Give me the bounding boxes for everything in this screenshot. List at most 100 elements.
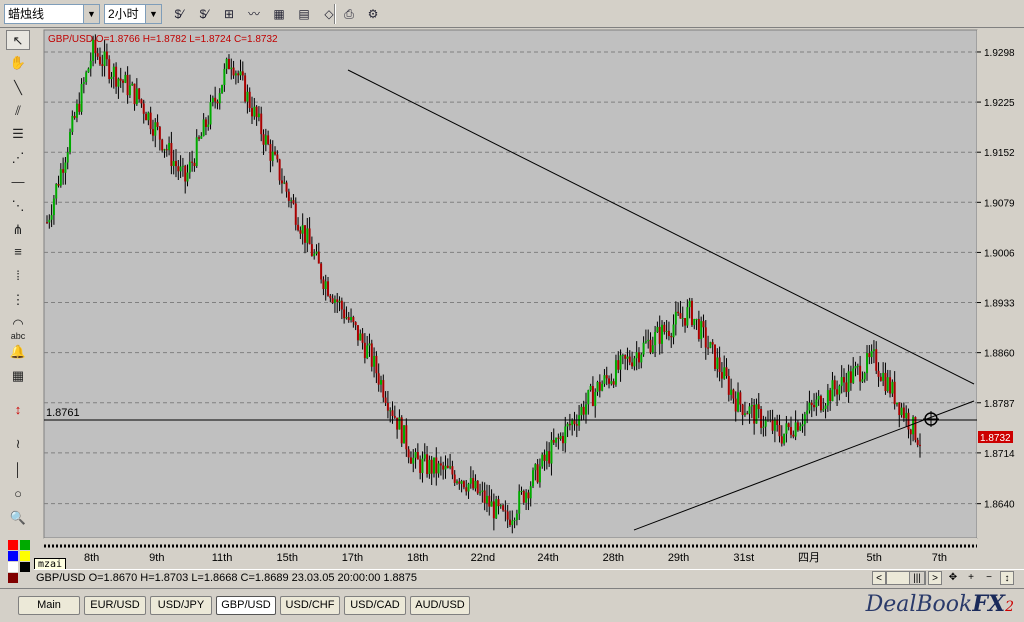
gann-fan-icon[interactable]: ⋱ (6, 196, 30, 216)
candle-body (847, 371, 850, 392)
tab-usdcad[interactable]: USD/CAD (344, 596, 406, 615)
candle-body (778, 424, 781, 437)
fan-icon[interactable]: ⋰ (6, 148, 30, 168)
candle-body (260, 113, 263, 135)
vertical-line-icon[interactable]: │ (6, 460, 30, 480)
color-swatch-black[interactable] (20, 562, 30, 572)
color-lines-icon[interactable]: ≡ (6, 242, 30, 262)
parallel-lines-icon[interactable]: ⫽ (6, 101, 30, 121)
x-tick-label: 29th (668, 552, 689, 564)
chart-type-select[interactable]: 蜡烛线 ▼ (4, 4, 100, 24)
candle-body (522, 490, 525, 503)
x-tick-label: 24th (537, 552, 558, 564)
chevron-down-icon[interactable]: ▼ (145, 5, 161, 23)
candle-body (787, 423, 790, 428)
dealbook-logo: DealBookFX2 (865, 591, 1014, 617)
reset-zoom-icon[interactable]: ↕ (1000, 571, 1014, 585)
candle-body (833, 380, 836, 390)
candle-body (359, 333, 362, 341)
candle-body (619, 355, 622, 370)
wave-icon[interactable]: ≀ (6, 434, 30, 454)
tab-eurusd[interactable]: EUR/USD (84, 596, 146, 615)
candle-body (449, 466, 452, 468)
crosshair-grid-icon[interactable]: ⊞ (218, 4, 240, 24)
timeframe-value: 2小时 (108, 7, 139, 21)
candle-body (746, 413, 749, 415)
pitchfork-icon[interactable]: ⋔ (6, 220, 30, 240)
candle-body (665, 330, 668, 332)
candle-body (889, 377, 892, 394)
tab-main[interactable]: Main (18, 596, 80, 615)
color-swatch-white[interactable] (8, 562, 18, 572)
price-chart[interactable]: 1.9298 1.9225 1.9152 1.9079 1.9006 1.8933 1.88… (34, 28, 1024, 568)
zoom-icon[interactable]: 🔍 (6, 508, 30, 528)
candle-body (430, 459, 433, 474)
candle-body (755, 404, 758, 424)
circle-icon[interactable]: ○ (6, 484, 30, 504)
candle-body (485, 495, 488, 504)
candle-body (317, 251, 320, 264)
open-icon[interactable]: ◇ (318, 4, 340, 24)
tab-usdchf[interactable]: USD/CHF (280, 596, 340, 615)
hand-icon[interactable]: ✋ (6, 53, 30, 73)
move-icon[interactable]: ✥ (946, 571, 960, 585)
chevron-down-icon[interactable]: ▼ (83, 5, 99, 23)
candle-body (815, 399, 818, 408)
bar-chart-icon[interactable]: ▦ (268, 4, 290, 24)
color-swatch-red[interactable] (8, 540, 18, 550)
color-swatch-blue[interactable] (8, 551, 18, 561)
candle-body (55, 184, 58, 199)
scroll-left-icon[interactable]: < (872, 571, 886, 585)
zoom-out-icon[interactable]: − (982, 571, 996, 585)
bell-icon[interactable]: 🔔 (6, 342, 30, 362)
template-icon[interactable]: ▤ (293, 4, 315, 24)
color-swatch-yellow[interactable] (20, 551, 30, 561)
horizontal-line-icon[interactable]: — (6, 172, 30, 192)
abc-text-icon[interactable]: abc (6, 316, 30, 341)
tab-usdjpy[interactable]: USD/JPY (150, 596, 212, 615)
candle-body (414, 451, 417, 458)
candle-body (241, 71, 244, 76)
timeframe-select[interactable]: 2小时 ▼ (104, 4, 162, 24)
cursor-icon[interactable]: ↖ (6, 30, 30, 50)
candle-body (154, 122, 157, 136)
plot-area[interactable] (43, 29, 978, 539)
candle-body (165, 149, 168, 151)
candle-body (520, 490, 523, 492)
color-swatch-maroon[interactable] (8, 573, 18, 583)
zoom-in-icon[interactable]: + (964, 571, 978, 585)
tab-audusd[interactable]: AUD/USD (410, 596, 470, 615)
candle-body (147, 112, 150, 121)
dotted-grid-icon[interactable]: ⋮ (6, 290, 30, 310)
scrollbar-thumb[interactable]: ||| (909, 571, 925, 585)
print-icon[interactable]: ⎙ (338, 4, 360, 24)
scroll-right-icon[interactable]: > (928, 571, 942, 585)
line-chart-icon[interactable]: 〰 (243, 4, 265, 24)
candle-body (52, 198, 55, 216)
settings-icon[interactable]: ⚙ (362, 4, 384, 24)
chart-panel[interactable]: 1.9298 1.9225 1.9152 1.9079 1.9006 1.8933 1.88… (34, 28, 1024, 568)
up-down-arrow-icon[interactable]: ↕ (6, 400, 30, 420)
candle-body (223, 68, 226, 86)
calculator-icon[interactable]: ▦ (6, 366, 30, 386)
candle-body (57, 184, 60, 186)
candle-body (368, 343, 371, 346)
candle-body (64, 162, 67, 173)
dots-grid-icon[interactable]: ⁞ (6, 266, 30, 286)
chart-type-value: 蜡烛线 (8, 7, 45, 21)
horizontal-level-label: 1.8761 (46, 407, 80, 419)
color-swatch-green[interactable] (20, 540, 30, 550)
candle-body (538, 466, 541, 483)
dollar-convert-icon[interactable]: $⁄ (168, 4, 190, 24)
trendline-icon[interactable]: ╲ (6, 78, 30, 98)
candle-body (379, 380, 382, 385)
candle-body (681, 318, 684, 320)
tab-gbpusd[interactable]: GBP/USD (216, 596, 276, 615)
candle-body (69, 132, 72, 153)
candle-body (557, 437, 560, 439)
candle-body (469, 478, 472, 484)
fibonacci-icon[interactable]: ☰ (6, 124, 30, 144)
euro-convert-icon[interactable]: $⁄ (193, 4, 215, 24)
candle-body (278, 159, 281, 181)
candle-body (191, 161, 194, 163)
